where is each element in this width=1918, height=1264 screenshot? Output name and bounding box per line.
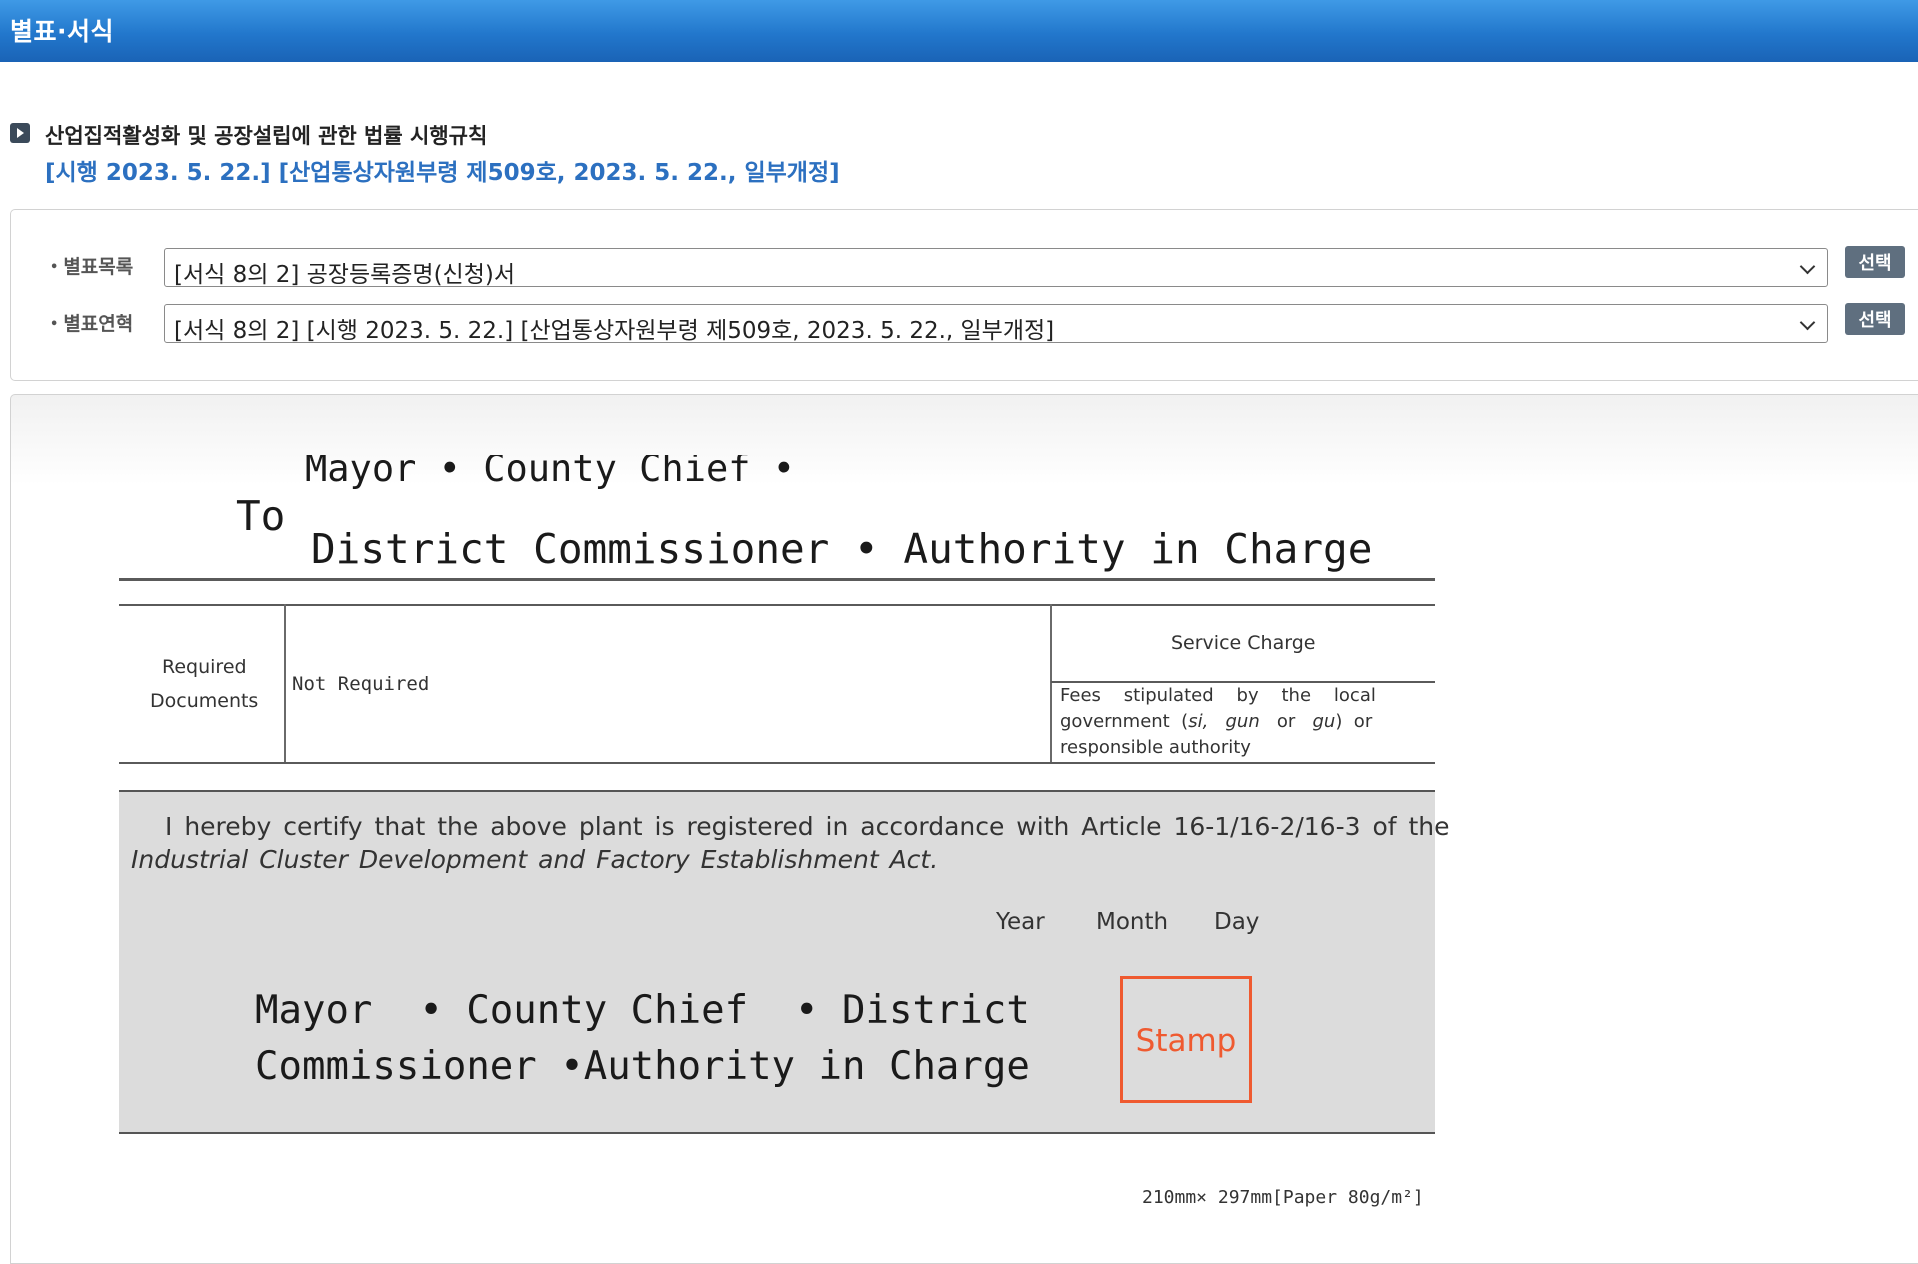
day-label: Day xyxy=(1214,909,1260,935)
year-label: Year xyxy=(996,909,1045,935)
month-label: Month xyxy=(1096,909,1169,935)
fees-text-line-2: government (si, gun or gu) or xyxy=(1060,711,1373,732)
recipient-line-1-text: Mayor • County Chief • xyxy=(305,455,796,490)
attachment-list-select[interactable]: [서식 8의 2] 공장등록증명(신청)서 xyxy=(164,248,1828,288)
list-select-button[interactable]: 선택 xyxy=(1845,246,1905,278)
fees-text-line-3: responsible authority xyxy=(1060,737,1251,758)
divider-line xyxy=(119,578,1435,581)
list-select-label: 별표목록 xyxy=(50,252,133,279)
recipient-line-1: Mayor • County Chief • xyxy=(305,455,795,501)
history-select-button[interactable]: 선택 xyxy=(1845,303,1905,335)
certification-text-line-2: Industrial Cluster Development and Facto… xyxy=(131,845,939,874)
chevron-down-icon xyxy=(1799,314,1816,331)
issuing-authority-line-2: Commissioner •Authority in Charge xyxy=(255,1044,1030,1089)
stamp-box: Stamp xyxy=(1120,976,1252,1103)
recipient-line-2: District Commissioner • Authority in Cha… xyxy=(311,525,1373,573)
divider-line xyxy=(1050,604,1052,764)
history-select-label: 별표연혁 xyxy=(50,309,133,336)
page-title: 별표·서식 xyxy=(10,17,114,46)
law-title: 산업집적활성화 및 공장설립에 관한 법률 시행규칙 xyxy=(45,124,488,148)
required-documents-label: Required xyxy=(162,656,247,678)
divider-line xyxy=(1051,681,1435,683)
chevron-down-icon xyxy=(1799,258,1816,275)
stamp-label: Stamp xyxy=(1135,1023,1237,1059)
required-documents-value: Not Required xyxy=(292,673,430,695)
law-enforcement-info: [시행 2023. 5. 22.] [산업통상자원부령 제509호, 2023.… xyxy=(45,160,840,186)
divider-line xyxy=(119,604,1435,606)
attachment-history-select[interactable]: [서식 8의 2] [시행 2023. 5. 22.] [산업통상자원부령 제5… xyxy=(164,304,1828,344)
to-label: To xyxy=(236,492,286,540)
paper-size-note: 210mm× 297mm[Paper 80g/m²] xyxy=(1142,1187,1424,1208)
top-header-bar: 별표·서식 xyxy=(0,0,1918,62)
attachment-history-selected-value: [서식 8의 2] [시행 2023. 5. 22.] [산업통상자원부령 제5… xyxy=(174,318,1055,344)
attachment-list-selected-value: [서식 8의 2] 공장등록증명(신청)서 xyxy=(174,262,516,288)
required-documents-label: Documents xyxy=(150,690,259,712)
selector-panel xyxy=(10,209,1918,381)
certification-text-line-1: I hereby certify that the above plant is… xyxy=(165,812,1450,841)
divider-line xyxy=(119,762,1435,764)
issuing-authority-line-1: Mayor • County Chief • District xyxy=(255,988,1030,1033)
service-charge-label: Service Charge xyxy=(1171,632,1316,654)
arrow-right-icon xyxy=(10,123,30,143)
fees-text-line-1: Fees stipulated by the local xyxy=(1060,685,1376,706)
divider-line xyxy=(284,604,286,764)
